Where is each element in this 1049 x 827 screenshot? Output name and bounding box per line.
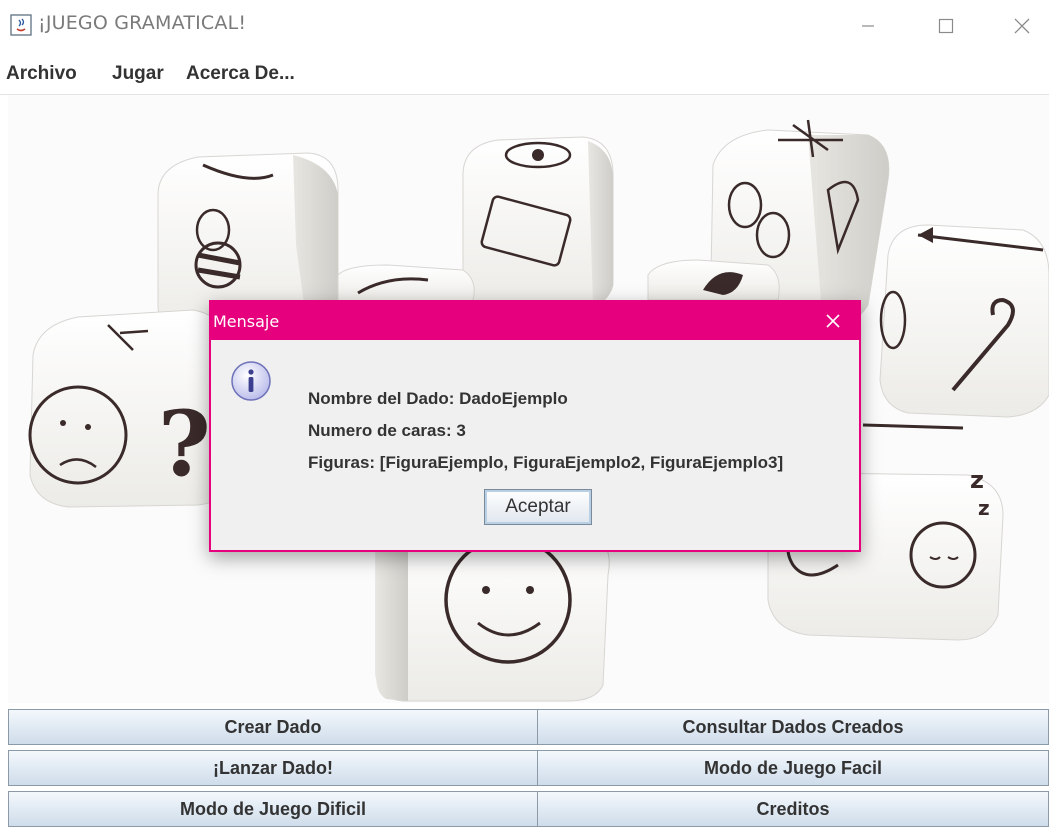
die-cane (879, 224, 1049, 418)
close-icon (826, 314, 840, 328)
svg-text:?: ? (158, 391, 211, 497)
die-hand (337, 264, 475, 306)
dialog-title: Mensaje (213, 312, 280, 331)
java-app-icon (10, 14, 32, 36)
close-icon (1014, 18, 1030, 34)
window-title: ¡JUEGO GRAMATICAL! (38, 12, 247, 34)
svg-text:z: z (978, 496, 990, 520)
creditos-button[interactable]: Creditos (537, 791, 1049, 827)
menu-acerca-de[interactable]: Acerca De... (186, 63, 295, 85)
die-eye (462, 136, 614, 310)
maximize-button[interactable] (923, 8, 969, 44)
message-dialog: Mensaje Nombre del Dado: DadoEjemplo Num… (209, 300, 861, 552)
lanzar-dado-button[interactable]: ¡Lanzar Dado! (8, 750, 538, 786)
svg-text:z: z (970, 466, 984, 494)
menu-archivo[interactable]: Archivo (6, 63, 77, 85)
dialog-message-line: Nombre del Dado: DadoEjemplo (308, 389, 568, 408)
dialog-close-button[interactable] (819, 308, 847, 334)
minimize-icon (862, 25, 874, 27)
modo-dificil-button[interactable]: Modo de Juego Dificil (8, 791, 538, 827)
menu-jugar[interactable]: Jugar (112, 63, 164, 85)
consultar-dados-button[interactable]: Consultar Dados Creados (537, 709, 1049, 745)
info-icon (231, 361, 271, 401)
dialog-titlebar: Mensaje (211, 302, 859, 340)
dialog-message-line: Figuras: [FiguraEjemplo, FiguraEjemplo2,… (308, 453, 784, 472)
minimize-button[interactable] (845, 8, 891, 44)
dialog-message-line: Numero de caras: 3 (308, 421, 466, 440)
close-window-button[interactable] (999, 8, 1045, 44)
ok-button[interactable]: Aceptar (484, 489, 592, 525)
crear-dado-button[interactable]: Crear Dado (8, 709, 538, 745)
menu-bar: Archivo Jugar Acerca De... (0, 56, 1049, 95)
die-smiley (375, 534, 610, 702)
maximize-icon (938, 18, 954, 34)
modo-facil-button[interactable]: Modo de Juego Facil (537, 750, 1049, 786)
window-titlebar: ¡JUEGO GRAMATICAL! (0, 0, 1049, 56)
die-sad-face: ? (28, 309, 231, 508)
die-blob (647, 259, 780, 301)
